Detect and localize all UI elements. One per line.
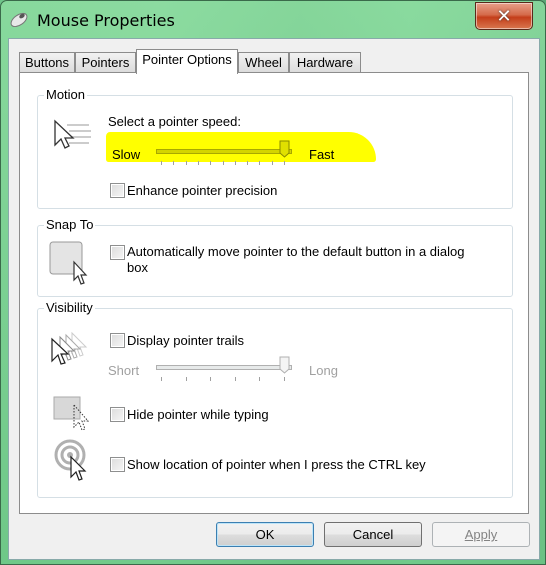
pointer-speed-slider[interactable] <box>156 140 292 168</box>
visibility-group-label: Visibility <box>44 300 95 315</box>
slider-tick <box>271 161 273 165</box>
short-label: Short <box>108 363 140 378</box>
tab-pointer-options[interactable]: Pointer Options <box>136 49 238 74</box>
apply-label: Apply <box>464 527 498 542</box>
ok-button[interactable]: OK <box>216 522 314 547</box>
speed-slider-track[interactable] <box>156 149 292 154</box>
hide-pointer-icon <box>53 396 90 431</box>
slider-tick <box>247 161 249 165</box>
slow-label: Slow <box>112 147 141 162</box>
pointer-trails-label[interactable]: Display pointer trails <box>127 333 244 348</box>
slider-tick <box>185 161 187 165</box>
slider-tick <box>284 161 285 165</box>
slider-tick <box>161 161 162 165</box>
trails-slider-thumb[interactable] <box>279 356 290 374</box>
snap-to-label-line1[interactable]: Automatically move pointer to the defaul… <box>127 244 465 259</box>
tab-pointers[interactable]: Pointers <box>75 52 136 72</box>
slider-tick <box>210 161 212 165</box>
close-button[interactable]: ✕ <box>475 2 533 30</box>
hide-pointer-checkbox[interactable] <box>110 407 125 422</box>
visibility-group: Visibility Display pointer trails Short … <box>37 300 513 498</box>
motion-group: Motion Select a pointer speed: Slow Fast <box>37 87 513 209</box>
pointer-trails-checkbox[interactable] <box>110 333 125 348</box>
mouse-icon <box>10 12 28 27</box>
hide-pointer-label[interactable]: Hide pointer while typing <box>127 407 269 422</box>
tab-wheel[interactable]: Wheel <box>238 52 289 72</box>
motion-group-label: Motion <box>44 87 88 102</box>
slider-tick <box>185 377 187 381</box>
pointer-location-icon <box>54 439 87 481</box>
snap-to-checkbox[interactable] <box>110 245 125 260</box>
cancel-button[interactable]: Cancel <box>324 522 422 547</box>
slider-tick <box>197 161 199 165</box>
tab-buttons[interactable]: Buttons <box>19 52 75 72</box>
fast-label: Fast <box>309 147 335 162</box>
snap-to-button-icon <box>49 241 88 285</box>
pointer-trails-icon <box>51 331 88 365</box>
apply-button[interactable]: Apply <box>432 522 530 547</box>
slider-tick <box>234 377 236 381</box>
title-bar[interactable]: Mouse Properties ✕ <box>1 1 545 39</box>
slider-tick <box>173 161 175 165</box>
speed-slider-thumb[interactable] <box>279 140 290 158</box>
slider-tick <box>284 377 285 381</box>
slider-tick <box>234 161 236 165</box>
pointer-options-panel: Motion Select a pointer speed: Slow Fast <box>19 72 529 514</box>
slider-tick <box>210 377 212 381</box>
snap-to-group-label: Snap To <box>44 217 96 232</box>
mouse-properties-window: Mouse Properties ✕ Buttons Pointers Poin… <box>0 0 546 565</box>
show-location-label[interactable]: Show location of pointer when I press th… <box>127 457 426 472</box>
enhance-precision-checkbox[interactable] <box>110 183 125 198</box>
tab-hardware[interactable]: Hardware <box>289 52 361 72</box>
long-label: Long <box>309 363 338 378</box>
slider-tick <box>161 377 162 381</box>
snap-to-group: Snap To Automatically move pointer to th… <box>37 217 513 297</box>
trails-slider-track[interactable] <box>156 365 292 370</box>
slider-tick <box>259 377 261 381</box>
window-title: Mouse Properties <box>37 11 175 30</box>
pointer-speed-icon <box>54 119 91 149</box>
pointer-trails-slider[interactable] <box>156 356 292 384</box>
slider-tick <box>259 161 261 165</box>
dialog-client-area: Buttons Pointers Pointer Options Wheel H… <box>8 38 540 560</box>
speed-prompt: Select a pointer speed: <box>108 114 241 129</box>
slider-tick <box>222 161 224 165</box>
show-location-checkbox[interactable] <box>110 457 125 472</box>
snap-to-label-line2[interactable]: box <box>127 260 148 275</box>
close-icon: ✕ <box>496 5 512 27</box>
enhance-precision-label[interactable]: Enhance pointer precision <box>127 183 277 198</box>
